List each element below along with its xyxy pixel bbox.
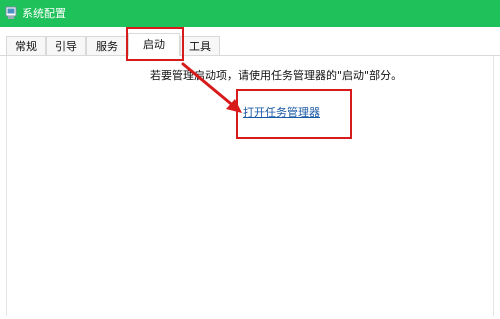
msconfig-icon (5, 6, 18, 20)
tab-boot[interactable]: 引导 (46, 36, 86, 55)
open-task-manager-link[interactable]: 打开任务管理器 (243, 104, 320, 120)
startup-description: 若要管理启动项，请使用任务管理器的"启动"部分。 (150, 69, 403, 82)
window-title: 系统配置 (22, 7, 66, 20)
startup-panel (6, 56, 494, 316)
tab-tools[interactable]: 工具 (180, 36, 220, 55)
tab-services[interactable]: 服务 (86, 36, 128, 55)
title-bar[interactable]: 系统配置 (0, 0, 500, 27)
tab-general[interactable]: 常规 (6, 36, 46, 55)
tab-startup[interactable]: 启动 (128, 33, 180, 56)
